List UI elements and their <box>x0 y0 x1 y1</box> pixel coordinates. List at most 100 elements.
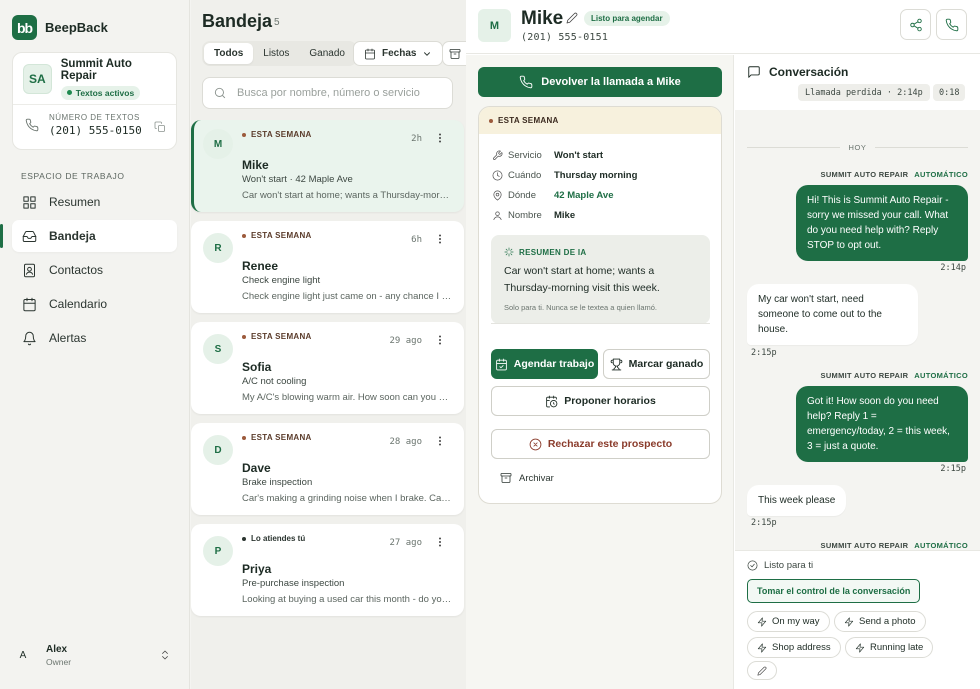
message-sender: SUMMIT AUTO REPAIR AUTOMÁTICO <box>821 541 968 550</box>
message-incoming: This week please <box>747 485 847 516</box>
app-logo[interactable]: bb BeepBack <box>12 15 108 40</box>
message-time: 2:15p <box>751 518 777 528</box>
share-button[interactable] <box>900 9 931 40</box>
message-outgoing: Got it! How soon do you need help? Reply… <box>796 386 968 462</box>
chip-label: Running late <box>870 642 924 653</box>
quick-reply-chip[interactable]: Running late <box>845 637 934 658</box>
divider <box>491 323 710 324</box>
card-tag: Lo atiendes tú <box>242 534 305 543</box>
list-item[interactable]: M ESTA SEMANA 2h Mike Won't start · 42 M… <box>191 120 464 212</box>
field-value: Thursday morning <box>554 170 638 181</box>
user-name: Alex <box>46 643 68 655</box>
chip-label: On my way <box>772 616 820 627</box>
message-time: 2:14p <box>940 263 966 273</box>
edit-pencil-icon[interactable] <box>566 12 578 24</box>
dates-filter-button[interactable]: Fechas <box>353 41 444 66</box>
inbox-count: 5 <box>274 17 280 28</box>
message-sender: SUMMIT AUTO REPAIR AUTOMÁTICO <box>821 371 968 380</box>
avatar: P <box>203 536 233 566</box>
card-tag-text: ESTA SEMANA <box>251 332 312 341</box>
card-subtitle: Pre-purchase inspection <box>242 578 345 589</box>
chip-label: Send a photo <box>859 616 916 627</box>
tab-todos[interactable]: Todos <box>204 43 254 64</box>
sender-name: SUMMIT AUTO REPAIR <box>820 541 909 550</box>
user-menu[interactable]: A Alex Owner <box>12 636 177 674</box>
card-preview: Check engine light just came on - any ch… <box>242 291 452 302</box>
archive-button[interactable]: Archivar <box>500 472 554 484</box>
pin-icon <box>492 190 503 201</box>
avatar: A <box>19 649 27 661</box>
field-label: Dónde <box>508 190 536 201</box>
business-phone: (201) 555-0150 <box>49 124 142 137</box>
wrench-icon <box>492 150 503 161</box>
card-subtitle: Won't start · 42 Maple Ave <box>242 174 353 185</box>
field-value: Won't start <box>554 150 604 161</box>
more-vertical-icon[interactable] <box>434 132 446 144</box>
mark-won-button[interactable]: Marcar ganado <box>603 349 710 379</box>
lead-phone: (201) 555-0151 <box>521 32 609 43</box>
copy-icon[interactable] <box>154 121 166 133</box>
callback-button[interactable]: Devolver la llamada a Mike <box>478 67 722 97</box>
sidebar-item-resumen[interactable]: Resumen <box>12 186 177 218</box>
sidebar-item-contactos[interactable]: Contactos <box>12 254 177 286</box>
list-item[interactable]: R ESTA SEMANA 6h Renee Check engine ligh… <box>191 221 464 313</box>
search-input[interactable] <box>237 87 437 99</box>
message-thread[interactable]: HOY SUMMIT AUTO REPAIR AUTOMÁTICO Hi! Thi… <box>735 110 980 550</box>
business-name: Summit Auto Repair <box>60 57 132 82</box>
card-name: Priya <box>242 562 272 576</box>
card-name: Sofia <box>242 360 272 374</box>
sidebar-item-calendario[interactable]: Calendario <box>12 288 177 320</box>
address-link[interactable]: 42 Maple Ave <box>554 190 614 201</box>
sidebar-item-alertas[interactable]: Alertas <box>12 322 177 354</box>
user-role: Owner <box>46 656 72 667</box>
quick-reply-chip[interactable]: Shop address <box>747 637 841 658</box>
sidebar-item-bandeja[interactable]: Bandeja <box>0 220 177 252</box>
quick-reply-chip[interactable]: On my way <box>747 611 830 632</box>
clock-icon <box>492 170 503 181</box>
more-vertical-icon[interactable] <box>434 536 446 548</box>
list-item[interactable]: P Lo atiendes tú 27 ago Priya Pre-purcha… <box>191 524 464 616</box>
status-badge: Textos activos <box>60 85 141 100</box>
search-field[interactable] <box>202 77 453 109</box>
quick-reply-chip[interactable]: Send a photo <box>834 611 926 632</box>
field-where: Dónde 42 Maple Ave <box>492 190 614 201</box>
card-tag: ESTA SEMANA <box>242 130 312 139</box>
phone-icon <box>519 75 533 89</box>
more-vertical-icon[interactable] <box>434 334 446 346</box>
x-circle-icon <box>529 438 542 451</box>
card-tag-text: Lo atiendes tú <box>251 534 306 543</box>
edit-replies-button[interactable] <box>747 661 777 680</box>
auto-label: AUTOMÁTICO <box>914 541 968 550</box>
calendar-icon <box>22 297 37 312</box>
search-icon <box>213 86 227 100</box>
ready-status: Listo para ti <box>747 560 813 571</box>
more-vertical-icon[interactable] <box>434 435 446 447</box>
field-label: Nombre <box>508 210 542 221</box>
field-label: Servicio <box>508 150 542 161</box>
filter-tabs: Todos Listos Ganado <box>202 41 357 66</box>
card-subtitle: A/C not cooling <box>242 376 307 387</box>
tab-listos[interactable]: Listos <box>253 43 299 64</box>
list-item[interactable]: D ESTA SEMANA 28 ago Dave Brake inspecti… <box>191 423 464 515</box>
reject-lead-button[interactable]: Rechazar este prospecto <box>491 429 710 459</box>
call-button[interactable] <box>936 9 967 40</box>
list-item[interactable]: S ESTA SEMANA 29 ago Sofia A/C not cooli… <box>191 322 464 414</box>
pencil-icon <box>757 666 767 676</box>
chevron-up-down-icon[interactable] <box>159 648 171 662</box>
bell-icon <box>22 331 37 346</box>
propose-times-button[interactable]: Proponer horarios <box>491 386 710 416</box>
card-tag: ESTA SEMANA <box>242 433 312 442</box>
field-when: Cuándo Thursday morning <box>492 170 637 181</box>
archive-filter-button[interactable] <box>442 41 466 66</box>
takeover-button[interactable]: Tomar el control de la conversación <box>747 579 921 603</box>
bolt-icon <box>757 643 767 653</box>
tab-ganado[interactable]: Ganado <box>299 43 355 64</box>
business-card: SA Summit Auto Repair Textos activos NÚM… <box>12 52 177 150</box>
ai-summary-text: Car won't start at home; wants a Thursda… <box>504 265 660 294</box>
missed-call-badge: Llamada perdida · 2:14p <box>798 84 930 101</box>
more-vertical-icon[interactable] <box>434 233 446 245</box>
schedule-job-button[interactable]: Agendar trabajo <box>491 349 598 379</box>
ai-summary-label: RESUMEN DE IA <box>504 247 586 257</box>
bolt-icon <box>757 617 767 627</box>
dates-filter-label: Fechas <box>382 48 417 59</box>
